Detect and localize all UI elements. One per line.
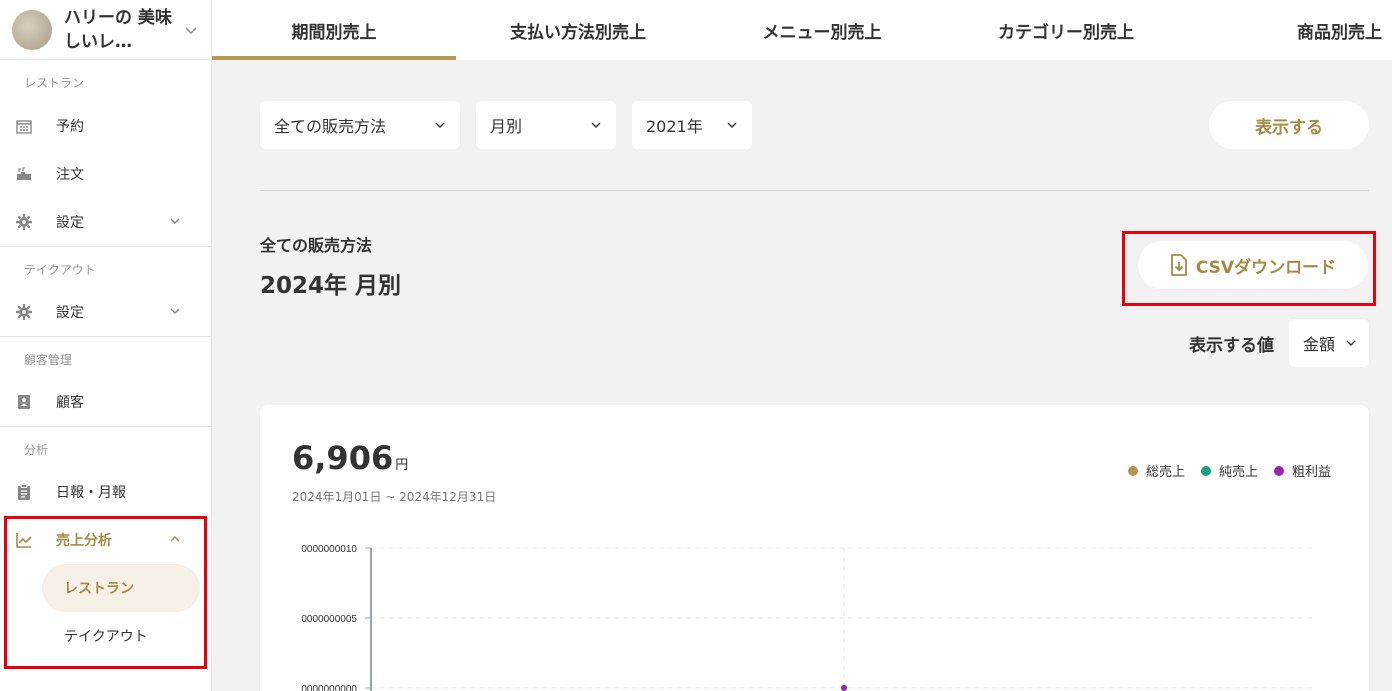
legend-item[interactable]: 総売上 — [1127, 461, 1185, 480]
value-type-select[interactable]: 金額 — [1289, 319, 1369, 367]
sidebar-item-settings-takeout[interactable]: 設定 — [0, 288, 211, 336]
clipboard-icon — [16, 484, 32, 500]
period-select[interactable]: 月別 — [476, 101, 616, 149]
tab-payment-sales[interactable]: 支払い方法別売上 — [456, 0, 700, 60]
data-point — [841, 685, 847, 691]
chevron-down-icon — [1346, 340, 1356, 346]
show-button[interactable]: 表示する — [1209, 101, 1369, 149]
gear-icon — [16, 304, 32, 320]
year-value: 2021年 — [646, 117, 703, 136]
sidebar-item-label: 設定 — [56, 215, 84, 231]
chevron-down-icon — [170, 218, 180, 224]
csv-download-button[interactable]: CSVダウンロード — [1138, 241, 1368, 289]
sidebar: ハリーの 美味しいレ… レストラン 予約 注文 設定 テイクアウト 設定 顧客管… — [0, 0, 212, 691]
report-tabs: 期間別売上 支払い方法別売上 メニュー別売上 カテゴリー別売上 商品別売上 — [212, 0, 1392, 60]
section-label-takeout: テイクアウト — [0, 246, 211, 288]
legend-label: 純売上 — [1218, 465, 1258, 480]
chevron-down-icon — [170, 308, 180, 314]
sidebar-item-daily-monthly[interactable]: 日報・月報 — [0, 468, 211, 516]
tab-menu-sales[interactable]: メニュー別売上 — [700, 0, 944, 60]
legend-dot — [1200, 465, 1211, 476]
sidebar-subitem-takeout[interactable]: テイクアウト — [0, 612, 211, 660]
sales-chart-card: 6,906 円 2024年1月01日 ~ 2024年12月31日 総売上 純売上 … — [260, 405, 1369, 691]
avatar — [12, 9, 52, 50]
legend-label: 粗利益 — [1291, 465, 1331, 480]
chart-legend: 総売上 純売上 粗利益 — [1112, 461, 1331, 480]
sales-line-chart: 0000000010 0000000005 0000000000 — [301, 544, 1316, 691]
legend-item[interactable]: 粗利益 — [1273, 461, 1331, 480]
value-type-value: 金額 — [1303, 335, 1336, 354]
legend-label: 総売上 — [1145, 465, 1185, 480]
legend-dot — [1273, 465, 1284, 476]
total-unit: 円 — [395, 458, 409, 473]
sidebar-item-customers[interactable]: 顧客 — [0, 378, 211, 426]
sidebar-item-label: 設定 — [56, 305, 84, 321]
sidebar-item-reservation[interactable]: 予約 — [0, 102, 211, 150]
file-download-icon — [1170, 254, 1187, 276]
sidebar-item-order[interactable]: 注文 — [0, 150, 211, 198]
year-select[interactable]: 2021年 — [632, 101, 752, 149]
chevron-up-icon — [170, 536, 180, 542]
sidebar-item-sales-analysis[interactable]: 売上分析 — [0, 516, 211, 564]
y-tick-label: 0000000010 — [301, 544, 357, 555]
date-range: 2024年1月01日 ~ 2024年12月31日 — [292, 490, 497, 504]
sidebar-item-label: 予約 — [56, 119, 84, 135]
divider — [260, 190, 1369, 191]
gear-icon — [16, 214, 32, 230]
sidebar-item-settings-restaurant[interactable]: 設定 — [0, 198, 211, 246]
line-chart-icon — [16, 532, 32, 548]
tab-product-sales[interactable]: 商品別売上 — [1188, 0, 1392, 60]
legend-dot — [1127, 465, 1138, 476]
csv-download-label: CSVダウンロード — [1195, 257, 1337, 278]
section-label-analysis: 分析 — [0, 426, 211, 468]
total-value: 6,906 — [292, 439, 394, 477]
chevron-down-icon — [591, 122, 601, 128]
tab-category-sales[interactable]: カテゴリー別売上 — [944, 0, 1188, 60]
period-value: 月別 — [490, 117, 523, 136]
section-label-restaurant: レストラン — [24, 76, 85, 90]
sidebar-item-label: 売上分析 — [56, 533, 112, 549]
sidebar-subitem-restaurant[interactable]: レストラン — [42, 564, 200, 612]
chevron-down-icon — [435, 122, 445, 128]
y-tick-label: 0000000000 — [301, 684, 357, 691]
summary-title: 全ての販売方法 — [260, 236, 373, 255]
calendar-icon — [16, 118, 32, 134]
chevron-down-icon[interactable] — [183, 22, 199, 38]
chevron-down-icon — [727, 122, 737, 128]
sidebar-item-label: 顧客 — [56, 395, 84, 411]
tab-period-sales[interactable]: 期間別売上 — [212, 0, 456, 60]
summary-subtitle: 2024年 月別 — [260, 273, 402, 299]
sidebar-item-label: 日報・月報 — [56, 485, 126, 501]
section-label-customers: 顧客管理 — [0, 336, 211, 378]
value-type-label: 表示する値 — [1189, 336, 1274, 356]
order-icon — [16, 166, 32, 182]
sidebar-item-label: 注文 — [56, 167, 84, 183]
legend-item[interactable]: 純売上 — [1200, 461, 1258, 480]
store-switcher[interactable]: ハリーの 美味しいレ… — [0, 0, 211, 60]
contact-icon — [16, 394, 32, 410]
store-name: ハリーの 美味しいレ… — [64, 7, 172, 52]
sales-method-select[interactable]: 全ての販売方法 — [260, 101, 460, 149]
y-tick-label: 0000000005 — [301, 614, 357, 625]
total-sales: 6,906 円 — [292, 439, 408, 477]
sales-method-value: 全ての販売方法 — [274, 117, 387, 136]
